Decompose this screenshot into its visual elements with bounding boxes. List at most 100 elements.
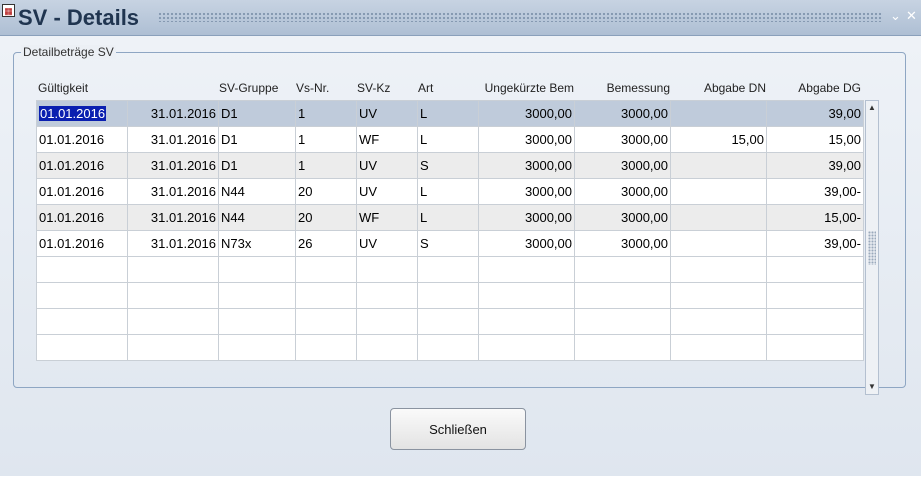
table-cell[interactable]: 3000,00: [574, 178, 671, 205]
table-cell[interactable]: 15,00: [766, 126, 864, 153]
table-cell[interactable]: [670, 230, 767, 257]
table-cell[interactable]: [36, 308, 128, 335]
table-cell[interactable]: [356, 256, 418, 283]
table-cell[interactable]: [574, 282, 671, 309]
table-cell[interactable]: 15,00: [670, 126, 767, 153]
close-icon[interactable]: ✕: [906, 8, 917, 24]
table-cell[interactable]: 1: [295, 100, 357, 127]
table-cell[interactable]: 31.01.2016: [127, 178, 219, 205]
table-cell[interactable]: S: [417, 230, 479, 257]
table-cell[interactable]: N44: [218, 178, 296, 205]
table-cell[interactable]: WF: [356, 204, 418, 231]
table-cell[interactable]: UV: [356, 100, 418, 127]
window-titlebar[interactable]: ▦ SV - Details ⌄ ✕: [0, 0, 921, 36]
table-cell[interactable]: [670, 334, 767, 361]
table-cell[interactable]: 3000,00: [478, 230, 575, 257]
table-row[interactable]: 01.01.2016 31.01.2016 D1 1 UV S 3000,00 3000,00…: [36, 152, 864, 179]
table-cell[interactable]: [417, 308, 479, 335]
table-cell[interactable]: 01.01.2016: [36, 178, 128, 205]
minimize-icon[interactable]: ⌄: [890, 8, 901, 24]
table-cell[interactable]: 20: [295, 204, 357, 231]
table-cell[interactable]: 39,00: [766, 100, 864, 127]
table-cell[interactable]: 31.01.2016: [127, 152, 219, 179]
table-cell[interactable]: [670, 152, 767, 179]
table-cell[interactable]: [295, 256, 357, 283]
table-cell[interactable]: 01.01.2016: [36, 100, 128, 127]
table-cell[interactable]: [478, 334, 575, 361]
table-cell[interactable]: [127, 256, 219, 283]
scroll-grip[interactable]: [868, 231, 876, 265]
table-cell[interactable]: 01.01.2016: [36, 230, 128, 257]
table-cell[interactable]: [218, 334, 296, 361]
table-cell[interactable]: [670, 308, 767, 335]
table-cell[interactable]: [417, 256, 479, 283]
table-cell[interactable]: [356, 282, 418, 309]
table-cell[interactable]: L: [417, 178, 479, 205]
table-row[interactable]: 01.01.2016 31.01.2016 D1 1 UV L 3000,00 3000,00…: [36, 100, 864, 127]
table-cell[interactable]: 3000,00: [574, 126, 671, 153]
table-cell[interactable]: [218, 308, 296, 335]
close-button[interactable]: Schließen: [390, 408, 526, 450]
table-cell[interactable]: D1: [218, 152, 296, 179]
scroll-down-icon[interactable]: ▼: [866, 381, 878, 393]
table-scrollbar[interactable]: ▲ ▼: [865, 100, 879, 395]
table-cell[interactable]: N73x: [218, 230, 296, 257]
table-cell[interactable]: 01.01.2016: [36, 152, 128, 179]
table-cell[interactable]: [670, 178, 767, 205]
table-cell[interactable]: N44: [218, 204, 296, 231]
table-cell[interactable]: [574, 256, 671, 283]
table-cell[interactable]: UV: [356, 230, 418, 257]
table-cell[interactable]: [478, 308, 575, 335]
table-cell[interactable]: [218, 282, 296, 309]
table-row[interactable]: 01.01.2016 31.01.2016 D1 1 WF L 3000,00 3000,00…: [36, 126, 864, 153]
table-cell[interactable]: [670, 100, 767, 127]
table-cell[interactable]: [127, 308, 219, 335]
table-cell[interactable]: [295, 308, 357, 335]
table-cell[interactable]: 01.01.2016: [36, 204, 128, 231]
table-row[interactable]: 01.01.2016 31.01.2016 N44 20 UV L 3000,00 3000,…: [36, 178, 864, 205]
table-cell[interactable]: [766, 256, 864, 283]
table-cell[interactable]: [36, 282, 128, 309]
table-cell[interactable]: 39,00-: [766, 178, 864, 205]
table-row[interactable]: [36, 308, 864, 335]
table-cell[interactable]: [127, 334, 219, 361]
table-row[interactable]: [36, 334, 864, 361]
table-cell[interactable]: [356, 334, 418, 361]
table-cell[interactable]: [295, 334, 357, 361]
table-cell[interactable]: [574, 334, 671, 361]
table-cell[interactable]: [417, 282, 479, 309]
table-cell[interactable]: D1: [218, 126, 296, 153]
table-cell[interactable]: [356, 308, 418, 335]
table-cell[interactable]: 3000,00: [478, 204, 575, 231]
table-cell[interactable]: [574, 308, 671, 335]
table-cell[interactable]: [766, 334, 864, 361]
table-row[interactable]: 01.01.2016 31.01.2016 N73x 26 UV S 3000,00 3000…: [36, 230, 864, 257]
table-cell[interactable]: [670, 204, 767, 231]
table-cell[interactable]: L: [417, 100, 479, 127]
table-row[interactable]: [36, 256, 864, 283]
table-cell[interactable]: [766, 308, 864, 335]
table-cell[interactable]: 31.01.2016: [127, 230, 219, 257]
table-cell[interactable]: 31.01.2016: [127, 100, 219, 127]
table-cell[interactable]: 31.01.2016: [127, 126, 219, 153]
table-cell[interactable]: [36, 334, 128, 361]
table-cell[interactable]: 3000,00: [574, 152, 671, 179]
table-cell[interactable]: 39,00: [766, 152, 864, 179]
table-cell[interactable]: S: [417, 152, 479, 179]
table-cell[interactable]: [670, 282, 767, 309]
table-cell[interactable]: 39,00-: [766, 230, 864, 257]
table-row[interactable]: [36, 282, 864, 309]
table-cell[interactable]: 31.01.2016: [127, 204, 219, 231]
table-cell[interactable]: [766, 282, 864, 309]
table-cell[interactable]: [218, 256, 296, 283]
table-cell[interactable]: 1: [295, 126, 357, 153]
table-cell[interactable]: 3000,00: [574, 230, 671, 257]
table-cell[interactable]: 26: [295, 230, 357, 257]
table-cell[interactable]: 20: [295, 178, 357, 205]
table-cell[interactable]: L: [417, 126, 479, 153]
table-cell[interactable]: L: [417, 204, 479, 231]
table-cell[interactable]: 3000,00: [478, 100, 575, 127]
table-cell[interactable]: [670, 256, 767, 283]
table-cell[interactable]: [478, 282, 575, 309]
table-cell[interactable]: WF: [356, 126, 418, 153]
